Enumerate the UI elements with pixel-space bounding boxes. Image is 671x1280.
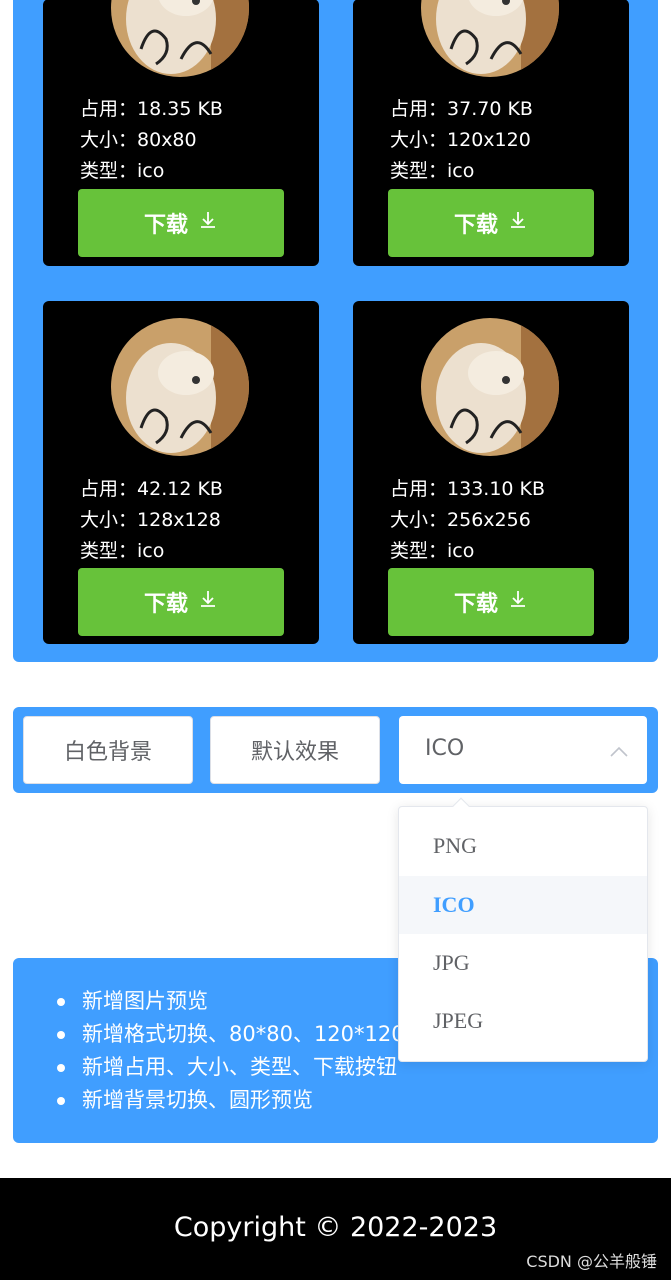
format-select-value: ICO bbox=[425, 736, 465, 761]
download-label: 下载 bbox=[143, 592, 188, 617]
size-label: 大小： bbox=[390, 129, 448, 151]
card-meta: 占用：37.70 KB 大小：120x120 类型：ico bbox=[390, 94, 533, 187]
default-effect-button[interactable]: 默认效果 bbox=[210, 716, 380, 784]
copyright-text: Copyright © 2022-2023 bbox=[173, 1212, 498, 1243]
download-icon bbox=[198, 210, 218, 236]
usage-value: 18.35 KB bbox=[137, 98, 223, 120]
download-icon bbox=[508, 210, 528, 236]
card-meta: 占用：18.35 KB 大小：80x80 类型：ico bbox=[80, 94, 223, 187]
size-value: 80x80 bbox=[137, 129, 197, 151]
size-value: 120x120 bbox=[447, 129, 531, 151]
download-button[interactable]: 下载 bbox=[388, 568, 594, 636]
size-value: 128x128 bbox=[137, 509, 221, 531]
watermark: CSDN @公羊般锤 bbox=[526, 1252, 657, 1271]
size-label: 大小： bbox=[390, 509, 448, 531]
dog-avatar-image bbox=[421, 0, 559, 77]
card-meta: 占用：133.10 KB 大小：256x256 类型：ico bbox=[390, 474, 545, 567]
download-button[interactable]: 下载 bbox=[388, 189, 594, 257]
type-value: ico bbox=[447, 160, 475, 182]
usage-value: 37.70 KB bbox=[447, 98, 533, 120]
type-label: 类型： bbox=[390, 160, 448, 182]
dog-avatar-image bbox=[111, 318, 249, 456]
format-select[interactable]: ICO bbox=[399, 716, 647, 784]
list-item: 新增图片预览 bbox=[57, 985, 405, 1018]
download-button[interactable]: 下载 bbox=[78, 568, 284, 636]
download-icon bbox=[198, 589, 218, 615]
changelog-list: 新增图片预览 新增格式切换、80*80、120*120 新增占用、大小、类型、下… bbox=[57, 985, 405, 1117]
download-icon bbox=[508, 589, 528, 615]
icon-card: 占用：133.10 KB 大小：256x256 类型：ico 下载 bbox=[353, 301, 629, 644]
format-dropdown: PNG ICO JPG JPEG bbox=[398, 797, 648, 1062]
type-label: 类型： bbox=[80, 540, 138, 562]
usage-label: 占用： bbox=[80, 478, 138, 500]
type-value: ico bbox=[137, 160, 165, 182]
size-label: 大小： bbox=[80, 509, 138, 531]
icon-card: 占用：42.12 KB 大小：128x128 类型：ico 下载 bbox=[43, 301, 319, 644]
list-item: 新增背景切换、圆形预览 bbox=[57, 1084, 405, 1117]
size-value: 256x256 bbox=[447, 509, 531, 531]
download-button[interactable]: 下载 bbox=[78, 189, 284, 257]
toolbar: 白色背景 默认效果 ICO bbox=[13, 707, 658, 793]
dropdown-arrow bbox=[452, 797, 470, 815]
size-label: 大小： bbox=[80, 129, 138, 151]
option-ico[interactable]: ICO bbox=[399, 876, 647, 934]
dog-avatar-image bbox=[421, 318, 559, 456]
type-label: 类型： bbox=[390, 540, 448, 562]
card-meta: 占用：42.12 KB 大小：128x128 类型：ico bbox=[80, 474, 223, 567]
type-value: ico bbox=[447, 540, 475, 562]
download-label: 下载 bbox=[453, 592, 498, 617]
icon-card: 占用：18.35 KB 大小：80x80 类型：ico 下载 bbox=[43, 0, 319, 266]
usage-label: 占用： bbox=[80, 98, 138, 120]
usage-value: 42.12 KB bbox=[137, 478, 223, 500]
usage-label: 占用： bbox=[390, 98, 448, 120]
list-item: 新增格式切换、80*80、120*120 bbox=[57, 1018, 405, 1051]
icon-card: 占用：37.70 KB 大小：120x120 类型：ico 下载 bbox=[353, 0, 629, 266]
dog-avatar-image bbox=[111, 0, 249, 77]
option-jpeg[interactable]: JPEG bbox=[399, 992, 647, 1050]
option-png[interactable]: PNG bbox=[399, 817, 647, 875]
white-background-button[interactable]: 白色背景 bbox=[23, 716, 193, 784]
type-label: 类型： bbox=[80, 160, 138, 182]
type-value: ico bbox=[137, 540, 165, 562]
list-item: 新增占用、大小、类型、下载按钮 bbox=[57, 1051, 405, 1084]
download-label: 下载 bbox=[143, 213, 188, 238]
usage-value: 133.10 KB bbox=[447, 478, 546, 500]
usage-label: 占用： bbox=[390, 478, 448, 500]
chevron-up-icon bbox=[610, 746, 628, 757]
download-label: 下载 bbox=[453, 213, 498, 238]
option-jpg[interactable]: JPG bbox=[399, 934, 647, 992]
